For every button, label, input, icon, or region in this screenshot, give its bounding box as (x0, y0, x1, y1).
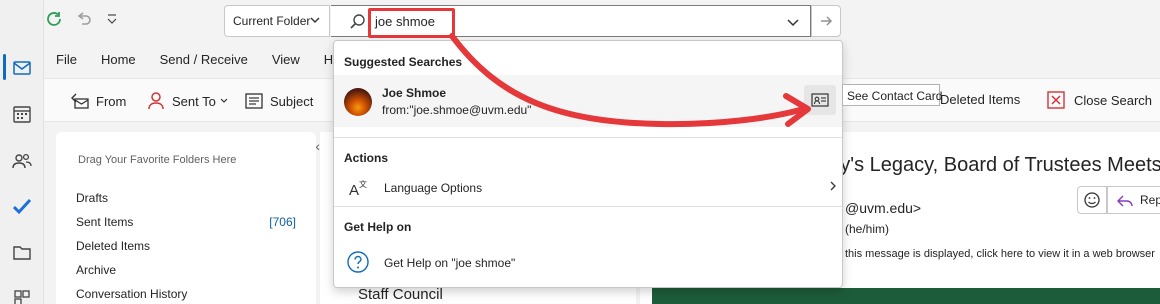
contact-query: from:"joe.shmoe@uvm.edu" (382, 103, 532, 117)
sync-icon[interactable] (44, 10, 64, 33)
menu-view[interactable]: View (260, 46, 312, 76)
message-sender: @uvm.edu> (845, 200, 922, 216)
from-label: From (96, 93, 127, 109)
chevron-down-icon (309, 14, 321, 29)
reply-button[interactable]: Rep (1107, 186, 1160, 214)
folder-item-drafts[interactable]: Drafts (76, 191, 108, 205)
favorites-hint: Drag Your Favorite Folders Here (78, 154, 237, 166)
menu-home[interactable]: Home (89, 46, 148, 76)
people-icon[interactable] (12, 151, 32, 171)
language-options-label: Language Options (384, 181, 483, 195)
svg-text:A: A (349, 182, 359, 198)
help-icon (346, 250, 370, 277)
folder-item-deleted-items[interactable]: Deleted Items (76, 239, 150, 253)
from-icon (71, 93, 89, 109)
search-icon (349, 13, 367, 34)
language-options-item[interactable]: A文 Language Options (334, 173, 842, 201)
subject-filter-button[interactable]: Subject (244, 91, 313, 111)
search-scope-dropdown[interactable]: Current Folder (224, 5, 330, 37)
divider (334, 206, 842, 207)
smiley-icon (1084, 192, 1100, 208)
contact-card-icon (811, 93, 829, 107)
folder-item-archive[interactable]: Archive (76, 263, 116, 277)
folder-label: Deleted Items (76, 239, 151, 253)
get-help-header: Get Help on (344, 220, 412, 234)
subject-icon (245, 93, 263, 109)
folder-label: Sent Items (76, 215, 134, 229)
search-options-chevron-icon[interactable] (786, 15, 800, 32)
folder-pane: Drag Your Favorite Folders Here ‹ Drafts… (56, 132, 320, 304)
mail-icon[interactable] (12, 58, 32, 78)
app-rail (0, 0, 44, 304)
search-scope-label: Current Folder (233, 14, 311, 28)
sent-to-filter-button[interactable]: Sent To (146, 91, 235, 111)
close-icon (1047, 91, 1065, 109)
suggested-searches-header: Suggested Searches (344, 55, 463, 69)
contact-suggestion-row[interactable]: Joe Shmoe from:"joe.shmoe@uvm.edu" (334, 75, 842, 127)
message-subject: ahy's Legacy, Board of Trustees Meets (818, 154, 1160, 176)
reply-label: Rep (1140, 193, 1160, 207)
reaction-button[interactable] (1077, 186, 1107, 214)
search-suggestions-dropdown: Suggested Searches Joe Shmoe from:"joe.s… (333, 40, 843, 288)
menu-bar: File Home Send / Receive View H (44, 46, 345, 76)
todo-check-icon[interactable] (12, 196, 32, 216)
close-search-button[interactable]: Close Search (1046, 90, 1152, 110)
get-help-label: Get Help on "joe shmoe" (384, 256, 516, 270)
folder-label: Conversation History (76, 287, 188, 301)
close-search-label: Close Search (1074, 92, 1153, 108)
folder-item-conversation-history[interactable]: Conversation History (76, 287, 187, 301)
get-help-item[interactable]: Get Help on "joe shmoe" (334, 247, 842, 277)
contact-card-tooltip: See Contact Card (842, 84, 942, 106)
folder-icon[interactable] (12, 242, 32, 262)
title-bar: Current Folder joe shmoe (0, 0, 1160, 40)
svg-text:文: 文 (359, 179, 367, 189)
undo-icon[interactable] (74, 10, 94, 33)
chevron-down-icon (220, 98, 228, 103)
search-go-button[interactable] (811, 5, 841, 37)
language-icon: A文 (348, 178, 370, 201)
sent-items-count: [706] (269, 215, 296, 229)
active-indicator (3, 54, 6, 80)
divider (334, 137, 842, 138)
customize-toolbar-icon[interactable] (106, 12, 118, 29)
web-view-notice[interactable]: this message is displayed, click here to… (845, 248, 1155, 260)
folder-label: Drafts (76, 191, 109, 205)
subject-label: Subject (270, 93, 314, 109)
search-highlight-box (368, 8, 455, 38)
calendar-icon[interactable] (12, 104, 32, 124)
reply-icon (1117, 195, 1133, 207)
sent-to-label: Sent To (172, 93, 216, 109)
folder-label: Archive (76, 263, 117, 277)
message-banner (652, 288, 1160, 304)
avatar (344, 88, 372, 116)
message-list-item[interactable]: Staff Council (358, 286, 443, 303)
chevron-right-icon (828, 180, 838, 195)
deleted-items-filter[interactable]: Deleted Items (940, 92, 1020, 107)
person-icon (148, 92, 164, 110)
menu-send-receive[interactable]: Send / Receive (148, 46, 260, 76)
folder-item-sent-items[interactable]: Sent Items (76, 215, 133, 229)
from-filter-button[interactable]: From (70, 91, 126, 111)
apps-icon[interactable] (12, 288, 32, 304)
menu-file[interactable]: File (44, 46, 89, 76)
see-contact-card-button[interactable] (804, 85, 836, 115)
sender-pronouns: (he/him) (845, 222, 890, 236)
contact-name: Joe Shmoe (382, 86, 447, 100)
actions-header: Actions (344, 151, 389, 165)
